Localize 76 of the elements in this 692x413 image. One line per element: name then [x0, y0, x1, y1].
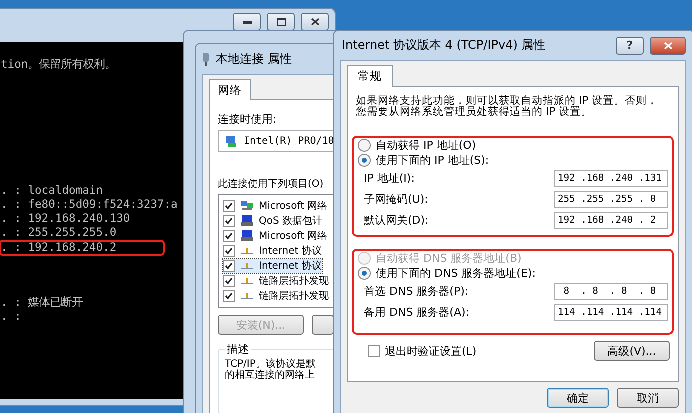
description-text: 的相互连接的网络上 [225, 370, 316, 381]
item-label: Internet 协议 [259, 244, 322, 258]
minimize-icon[interactable] [233, 13, 261, 31]
network-computers-icon [240, 200, 254, 212]
checkbox[interactable] [223, 215, 235, 227]
field-label: 默认网关(D): [364, 213, 429, 228]
list-item[interactable]: QoS 数据包计 [223, 214, 323, 228]
ip-address-field[interactable]: 192 .168 .240 . 2 [554, 212, 668, 229]
console-line: . : fe80::5d09:f524:3237:a [1, 198, 178, 212]
items-label: 此连接使用下列项目(O) [218, 178, 325, 191]
tab[interactable]: 网络 [209, 79, 251, 100]
console-line: . : [1, 310, 22, 324]
checkbox[interactable] [223, 275, 235, 287]
item-label: 链路层拓扑发现 [259, 290, 329, 303]
list-item[interactable]: 链路层拓扑发现 [223, 274, 329, 288]
close-icon[interactable] [301, 13, 329, 31]
advanced-button[interactable]: 高级(V)... [594, 341, 670, 361]
checkbox[interactable] [223, 230, 235, 242]
dialog-button[interactable]: 取消 [617, 388, 679, 408]
checkbox[interactable] [223, 245, 235, 257]
close-icon[interactable] [650, 36, 686, 54]
radio-button[interactable] [358, 267, 371, 280]
radio-label: 使用下面的 IP 地址(S): [376, 153, 490, 168]
item-label: 链路层拓扑发现 [259, 274, 329, 288]
list-item[interactable]: 链路层拓扑发现 [223, 289, 329, 303]
checkbox[interactable] [368, 345, 380, 357]
ip-address-field[interactable]: 114 .114 .114 .114 [554, 304, 668, 321]
window-title: Internet 协议版本 4 (TCP/IPv4) 属性 [341, 37, 547, 54]
list-item[interactable]: Microsoft 网络 [223, 229, 328, 243]
tab[interactable]: 常规 [347, 65, 393, 87]
blank-button[interactable] [312, 315, 334, 335]
radio-button[interactable] [358, 139, 371, 152]
ip-address-field[interactable]: 8 . 8 . 8 . 8 [554, 283, 668, 300]
list-item[interactable]: Microsoft 网络 [223, 199, 328, 213]
ip-address-field[interactable]: 192 .168 .240 .131 [554, 170, 668, 187]
network-protocol-icon [240, 290, 254, 302]
list-item[interactable]: Internet 协议 [223, 244, 322, 258]
console-line: . : localdomain [1, 184, 104, 198]
console-line: . : 255.255.255.0 [1, 226, 117, 240]
checkbox[interactable] [223, 260, 235, 272]
connect-using-label: 连接时使用: [218, 112, 278, 127]
network-adapter-icon [202, 52, 210, 66]
group-title: 描述 [226, 342, 250, 357]
description-text: TCP/IP。该协议是默 [225, 359, 317, 370]
computer-icon [240, 230, 254, 242]
field-label: IP 地址(I): [364, 171, 415, 186]
dialog-button[interactable]: 确定 [547, 388, 609, 408]
help-button[interactable]: ? [616, 36, 644, 54]
network-protocol-icon [240, 245, 254, 257]
list-item[interactable]: Internet 协议 [223, 259, 322, 273]
console-line: tion。保留所有权利。 [1, 58, 116, 72]
ip-address-field[interactable]: 255 .255 .255 . 0 [554, 191, 668, 208]
network-protocol-icon [240, 260, 254, 272]
radio-label: 使用下面的 DNS 服务器地址(E): [376, 266, 536, 281]
item-label: QoS 数据包计 [259, 214, 323, 228]
maximize-icon[interactable] [267, 13, 295, 31]
radio-label: 自动获得 DNS 服务器地址(B) [376, 251, 522, 266]
network-protocol-icon [240, 275, 254, 287]
computer-icon [240, 215, 254, 227]
console-line: . : 媒体已断开 [1, 296, 84, 310]
window-title: 本地连接 属性 [216, 50, 292, 68]
item-label: Microsoft 网络 [259, 200, 328, 213]
adapter-name: Intel(R) PRO/10 [244, 136, 334, 146]
checkbox-label: 退出时验证设置(L) [385, 344, 477, 358]
network-card-icon [225, 134, 238, 148]
checkbox[interactable] [223, 200, 235, 212]
checkbox[interactable] [223, 290, 235, 302]
console-line: . : 192.168.240.130 [1, 212, 130, 226]
radio-button[interactable] [358, 154, 371, 167]
item-label: Microsoft 网络 [259, 230, 328, 243]
field-label: 备用 DNS 服务器(A): [364, 305, 470, 320]
radio-label: 自动获得 IP 地址(O) [376, 138, 476, 153]
field-label: 子网掩码(U): [364, 192, 428, 207]
field-label: 首选 DNS 服务器(P): [364, 284, 469, 299]
intro-text: 如果网络支持此功能，则可以获取自动指派的 IP 设置。否则， 您需要从网络系统管理员处获得适当的 IP 设置。 [356, 96, 660, 118]
item-label: Internet 协议 [259, 260, 322, 273]
